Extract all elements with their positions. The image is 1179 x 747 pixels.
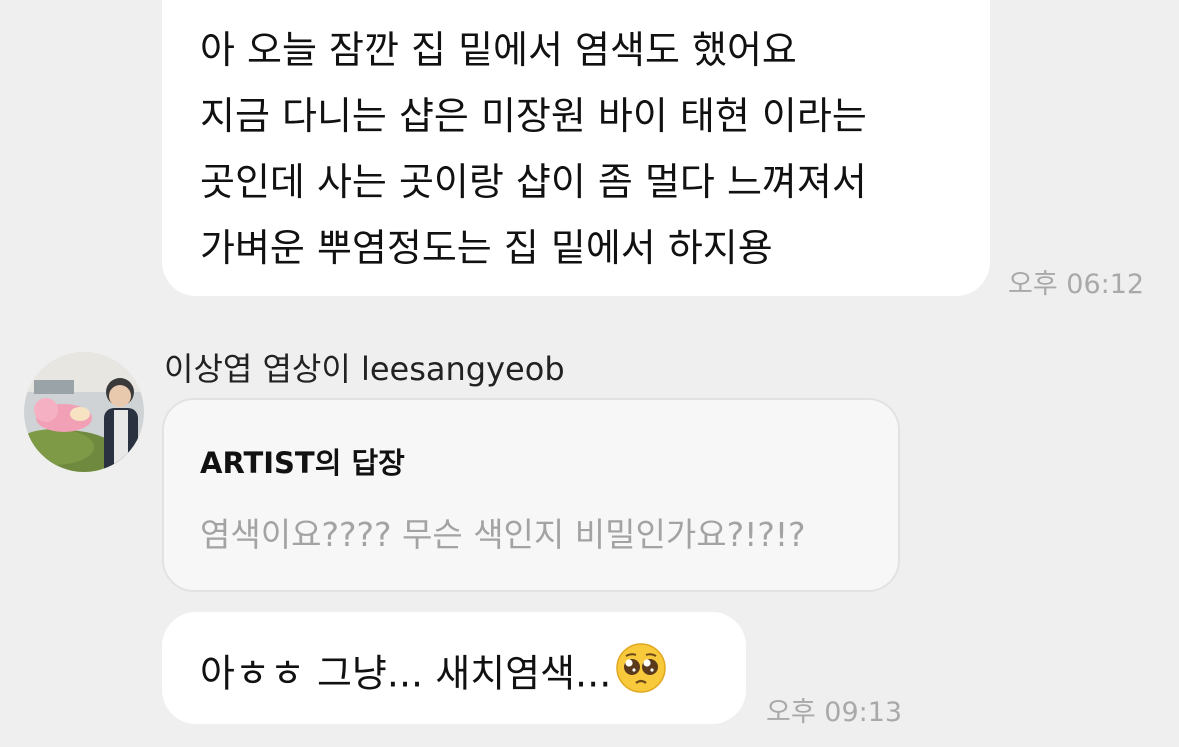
- avatar[interactable]: [24, 352, 144, 472]
- pleading-face-icon: [615, 642, 667, 702]
- artist-message-bubble[interactable]: 아 오늘 잠깐 집 밑에서 염색도 했어요 지금 다니는 샵은 미장원 바이 태…: [162, 0, 990, 296]
- message-text: 아ㅎㅎ 그냥... 새치염색...: [200, 651, 612, 696]
- message-text-row: 아ㅎㅎ 그냥... 새치염색...: [200, 643, 667, 706]
- message-line: 지금 다니는 샵은 미장원 바이 태현 이라는: [200, 94, 867, 138]
- message-line: 곳인데 사는 곳이랑 샵이 좀 멀다 느껴져서: [200, 160, 867, 204]
- message-timestamp: 오후 09:13: [766, 697, 903, 728]
- reply-quoted-text: 염색이요???? 무슨 색인지 비밀인가요?!?!?: [200, 515, 806, 554]
- reply-title: ARTIST의 답장: [200, 446, 405, 480]
- sender-name: 이상엽 엽상이 leesangyeob: [164, 350, 565, 388]
- reply-card[interactable]: ARTIST의 답장 염색이요???? 무슨 색인지 비밀인가요?!?!?: [162, 398, 900, 592]
- message-line: 가벼운 뿌염정도는 집 밑에서 하지용: [200, 226, 773, 270]
- message-line: 아 오늘 잠깐 집 밑에서 염색도 했어요: [200, 28, 797, 72]
- avatar-photo: [24, 352, 144, 472]
- message-timestamp: 오후 06:12: [1008, 269, 1145, 300]
- artist-reply-bubble[interactable]: 아ㅎㅎ 그냥... 새치염색...: [162, 612, 746, 724]
